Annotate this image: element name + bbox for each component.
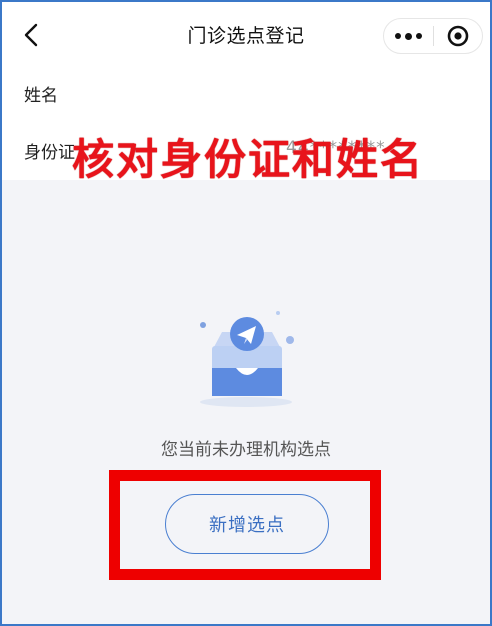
more-dots-icon bbox=[394, 32, 422, 40]
target-circle-icon bbox=[447, 25, 469, 47]
close-button[interactable] bbox=[433, 19, 482, 53]
empty-state-message: 您当前未办理机构选点 bbox=[161, 440, 331, 460]
mini-program-capsule bbox=[383, 18, 483, 54]
empty-inbox-paper-plane-icon bbox=[192, 302, 302, 412]
navigation-bar: 门诊选点登记 bbox=[2, 2, 490, 68]
id-card-label: 身份证 bbox=[24, 143, 75, 163]
add-selection-button[interactable]: 新增选点 bbox=[165, 494, 329, 554]
more-button[interactable] bbox=[384, 19, 433, 53]
name-label: 姓名 bbox=[24, 86, 58, 106]
annotation-overlay-text: 核对身份证和姓名 bbox=[72, 135, 425, 184]
app-frame: 门诊选点登记 姓名 身份证 44******** 核对身份证和姓名 您当前未办理… bbox=[0, 0, 492, 626]
